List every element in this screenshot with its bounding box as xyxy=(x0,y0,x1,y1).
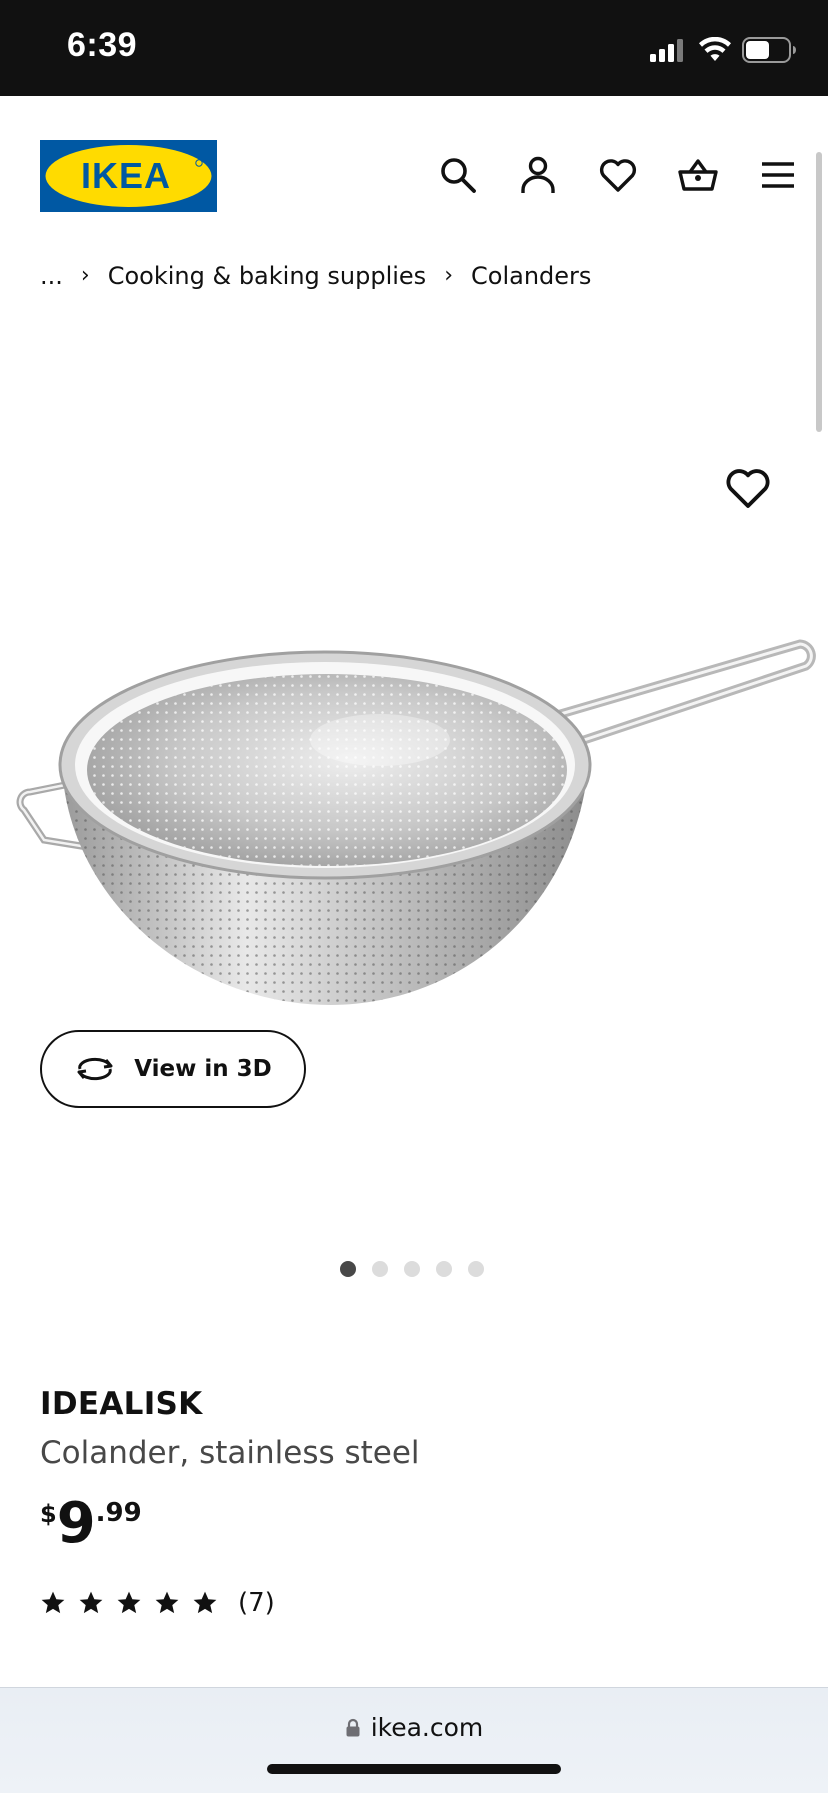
menu-icon[interactable] xyxy=(756,153,800,197)
page-scrollbar[interactable] xyxy=(816,152,822,432)
carousel-dot[interactable] xyxy=(372,1261,388,1277)
breadcrumb-cooking-baking[interactable]: Cooking & baking supplies xyxy=(108,262,426,290)
add-to-favourites-button[interactable] xyxy=(724,464,772,512)
browser-url-bar: ikea.com xyxy=(0,1687,828,1793)
url-field[interactable]: ikea.com xyxy=(0,1713,828,1742)
star-icon xyxy=(117,1591,141,1614)
breadcrumb-separator: › xyxy=(444,262,453,288)
carousel-dot[interactable] xyxy=(436,1261,452,1277)
star-icon xyxy=(41,1591,65,1614)
svg-text:IKEA: IKEA xyxy=(81,155,171,196)
price-integer: 9 xyxy=(56,1491,96,1556)
breadcrumb-ellipsis[interactable]: ... xyxy=(40,262,63,290)
home-indicator[interactable] xyxy=(267,1764,561,1774)
status-icons xyxy=(648,30,796,70)
star-icon xyxy=(155,1591,179,1614)
breadcrumb-colanders[interactable]: Colanders xyxy=(471,262,591,290)
breadcrumb: ... › Cooking & baking supplies › Coland… xyxy=(40,262,591,290)
product-price: $ 9 .99 xyxy=(40,1492,142,1552)
carousel-dot[interactable] xyxy=(468,1261,484,1277)
product-name: IDEALISK xyxy=(40,1386,203,1422)
basket-icon[interactable] xyxy=(676,153,720,197)
status-time: 6:39 xyxy=(67,26,138,64)
view-in-3d-button[interactable]: View in 3D xyxy=(40,1030,306,1108)
header-actions xyxy=(436,153,800,197)
search-icon[interactable] xyxy=(436,153,480,197)
view-in-3d-label: View in 3D xyxy=(134,1056,272,1082)
product-rating[interactable]: (7) xyxy=(40,1588,275,1618)
carousel-dot[interactable] xyxy=(340,1261,356,1277)
carousel-dot[interactable] xyxy=(404,1261,420,1277)
star-icon xyxy=(79,1591,103,1614)
url-text: ikea.com xyxy=(370,1713,484,1742)
lock-icon xyxy=(346,1718,360,1736)
battery-icon xyxy=(742,37,796,63)
ikea-logo[interactable]: IKEA xyxy=(40,140,217,212)
status-bar: 6:39 xyxy=(0,0,828,96)
breadcrumb-separator: › xyxy=(80,262,90,288)
price-currency: $ xyxy=(40,1500,57,1528)
price-decimal: .99 xyxy=(95,1498,142,1528)
wifi-icon xyxy=(699,37,731,61)
image-carousel-dots xyxy=(340,1261,484,1277)
product-image[interactable] xyxy=(0,600,828,1030)
heart-icon xyxy=(726,469,770,508)
wishlist-icon[interactable] xyxy=(596,153,640,197)
star-icon xyxy=(193,1591,217,1614)
rating-stars xyxy=(40,1590,218,1616)
cellular-signal-icon xyxy=(650,39,683,62)
account-icon[interactable] xyxy=(516,153,560,197)
product-description: Colander, stainless steel xyxy=(40,1435,420,1471)
review-count: (7) xyxy=(238,1588,275,1618)
rotate-3d-icon xyxy=(77,1057,113,1081)
